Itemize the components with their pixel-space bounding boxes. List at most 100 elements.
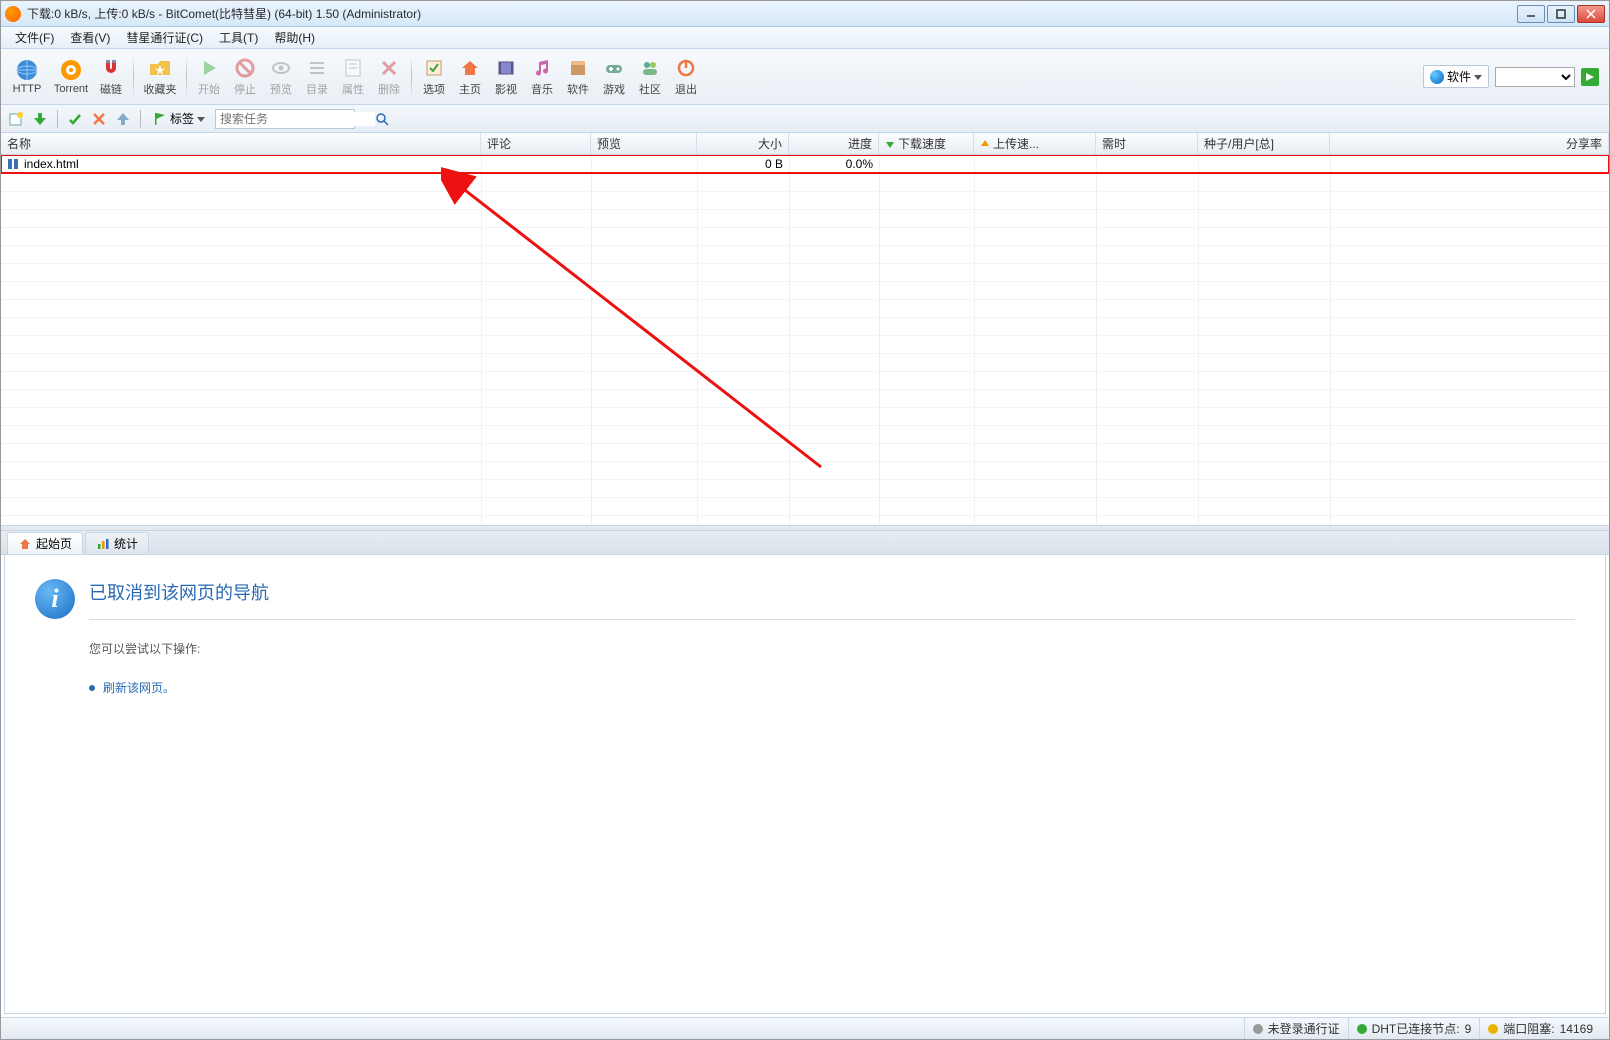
tags-button[interactable]: 标签 (149, 108, 209, 129)
properties-button[interactable]: 属性 (335, 51, 371, 103)
minimize-button[interactable] (1517, 5, 1545, 23)
eye-icon (269, 56, 293, 80)
window-title: 下载:0 kB/s, 上传:0 kB/s - BitComet(比特彗星) (6… (27, 5, 1515, 22)
globe-small-icon (1430, 70, 1444, 84)
people-icon (638, 56, 662, 80)
status-port[interactable]: 端口阻塞: 14169 (1479, 1018, 1601, 1039)
col-download-speed[interactable]: 下载速度 (879, 133, 974, 154)
software-button[interactable]: 软件 (560, 51, 596, 103)
torrent-button[interactable]: Torrent (49, 51, 93, 103)
magnet-button[interactable]: 磁链 (93, 51, 129, 103)
task-list-header: 名称 评论 预览 大小 进度 下载速度 上传速... 需时 种子/用户[总] 分… (1, 133, 1609, 155)
options-button[interactable]: 选项 (416, 51, 452, 103)
refresh-link[interactable]: 刷新该网页。 (89, 679, 1575, 696)
favorites-button[interactable]: 收藏夹 (138, 51, 182, 103)
status-dht[interactable]: DHT已连接节点: 9 (1348, 1018, 1480, 1039)
game-button[interactable]: 游戏 (596, 51, 632, 103)
col-comment[interactable]: 评论 (481, 133, 591, 154)
bullet-icon (89, 685, 95, 691)
stats-icon (96, 537, 110, 551)
go-button[interactable] (1581, 68, 1599, 86)
gamepad-icon (602, 56, 626, 80)
col-progress[interactable]: 进度 (789, 133, 879, 154)
maximize-button[interactable] (1547, 5, 1575, 23)
music-button[interactable]: 音乐 (524, 51, 560, 103)
menu-view[interactable]: 查看(V) (62, 27, 118, 48)
globe-icon (15, 58, 39, 82)
options-icon (422, 56, 446, 80)
play-icon (197, 56, 221, 80)
home-icon (458, 56, 482, 80)
cross-orange-icon[interactable] (90, 110, 108, 128)
menu-help[interactable]: 帮助(H) (266, 27, 323, 48)
toolbar-divider (133, 56, 134, 98)
sort-up-icon (980, 139, 990, 149)
task-list-body[interactable]: index.html 0 B 0.0% (1, 155, 1609, 525)
software-dropdown[interactable]: 软件 (1423, 65, 1489, 88)
tab-stats[interactable]: 统计 (85, 532, 149, 554)
menu-tools[interactable]: 工具(T) (211, 27, 266, 48)
green-dot-icon (1357, 1024, 1367, 1034)
torrent-icon (59, 58, 83, 82)
sort-down-icon (885, 139, 895, 149)
community-button[interactable]: 社区 (632, 51, 668, 103)
divider (57, 110, 58, 128)
exit-button[interactable]: 退出 (668, 51, 704, 103)
toolbar-divider (186, 56, 187, 98)
titlebar: 下载:0 kB/s, 上传:0 kB/s - BitComet(比特彗星) (6… (1, 1, 1609, 27)
properties-icon (341, 56, 365, 80)
status-bar: 未登录通行证 DHT已连接节点: 9 端口阻塞: 14169 (1, 1017, 1609, 1039)
col-size[interactable]: 大小 (697, 133, 789, 154)
col-name[interactable]: 名称 (1, 133, 481, 154)
software-dropdown-label: 软件 (1447, 68, 1471, 85)
task-row[interactable]: index.html 0 B 0.0% (1, 155, 1609, 173)
menu-file[interactable]: 文件(F) (7, 27, 62, 48)
flag-icon (153, 112, 167, 126)
film-icon (494, 56, 518, 80)
list-icon (305, 56, 329, 80)
new-task-icon[interactable] (7, 110, 25, 128)
up-arrow-icon[interactable] (114, 110, 132, 128)
yellow-dot-icon (1488, 1024, 1498, 1034)
menu-passport[interactable]: 彗星通行证(C) (118, 27, 211, 48)
status-login[interactable]: 未登录通行证 (1244, 1018, 1348, 1039)
main-toolbar: HTTP Torrent 磁链 收藏夹 开始 停止 预览 目录 属性 删除 选项… (1, 49, 1609, 105)
col-time[interactable]: 需时 (1096, 133, 1198, 154)
grid-lines (1, 155, 1609, 525)
search-input[interactable] (220, 112, 375, 126)
check-green-icon[interactable] (66, 110, 84, 128)
search-icon[interactable] (375, 112, 389, 126)
star-folder-icon (148, 56, 172, 80)
col-seeds[interactable]: 种子/用户[总] (1198, 133, 1330, 154)
divider (140, 110, 141, 128)
search-engine-select[interactable] (1495, 67, 1575, 87)
pause-icon (7, 158, 19, 170)
secondary-toolbar: 标签 (1, 105, 1609, 133)
delete-button[interactable]: 删除 (371, 51, 407, 103)
home-button[interactable]: 主页 (452, 51, 488, 103)
col-share[interactable]: 分享率 (1330, 133, 1609, 154)
chevron-down-icon (197, 115, 205, 123)
grey-dot-icon (1253, 1024, 1263, 1034)
app-icon (5, 6, 21, 22)
nav-cancel-title: 已取消到该网页的导航 (89, 579, 1575, 620)
preview-button[interactable]: 预览 (263, 51, 299, 103)
tab-start-page[interactable]: 起始页 (7, 532, 83, 554)
stop-icon (233, 56, 257, 80)
stop-button[interactable]: 停止 (227, 51, 263, 103)
start-page-content: i 已取消到该网页的导航 您可以尝试以下操作: 刷新该网页。 (4, 555, 1606, 1014)
toolbar-divider (411, 56, 412, 98)
col-preview[interactable]: 预览 (591, 133, 697, 154)
close-button[interactable] (1577, 5, 1605, 23)
power-icon (674, 56, 698, 80)
down-arrow-green-icon[interactable] (31, 110, 49, 128)
http-button[interactable]: HTTP (5, 51, 49, 103)
magnet-icon (99, 56, 123, 80)
col-upload-speed[interactable]: 上传速... (974, 133, 1096, 154)
search-task-box[interactable] (215, 109, 355, 129)
start-button[interactable]: 开始 (191, 51, 227, 103)
video-button[interactable]: 影视 (488, 51, 524, 103)
bottom-panel: 起始页 统计 i 已取消到该网页的导航 您可以尝试以下操作: 刷新该网页。 (1, 531, 1609, 1017)
task-progress: 0.0% (846, 157, 873, 171)
directory-button[interactable]: 目录 (299, 51, 335, 103)
